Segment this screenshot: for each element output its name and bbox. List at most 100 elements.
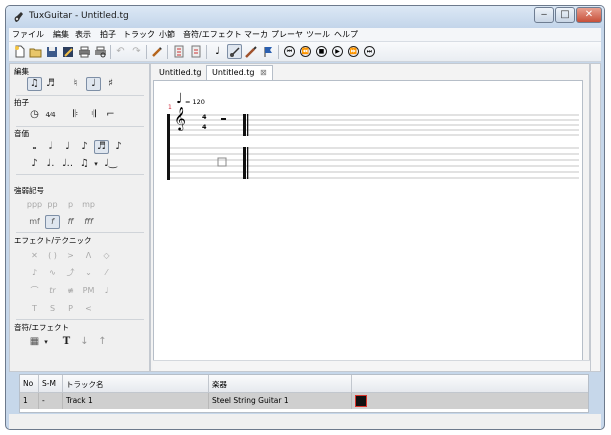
- sixteenth-note-icon[interactable]: ♬: [94, 140, 109, 154]
- first-icon[interactable]: ⏮: [282, 44, 297, 59]
- dynamic-ff[interactable]: ff: [63, 215, 78, 229]
- time-signature-icon[interactable]: 4⁄4: [43, 108, 58, 122]
- new-file-icon[interactable]: [12, 44, 27, 59]
- score-canvas[interactable]: 1 ♩ = 120 𝄞 4 4: [153, 80, 583, 370]
- popping-icon[interactable]: P: [63, 302, 78, 316]
- edit-tab-mode-icon[interactable]: ♬: [43, 77, 58, 91]
- maximize-button[interactable]: □: [555, 7, 575, 23]
- slide-icon[interactable]: ⁄: [99, 266, 114, 280]
- column-header-sm[interactable]: S-M: [39, 375, 63, 393]
- bend-icon[interactable]: ⤴: [63, 266, 78, 280]
- title-bar[interactable]: TuxGuitar - Untitled.tg ‒ □ ✕: [6, 6, 604, 28]
- ghost-note-icon[interactable]: ( ): [45, 249, 60, 263]
- whole-note-icon[interactable]: 𝅝: [27, 140, 42, 154]
- staccato-icon[interactable]: ♩: [99, 284, 114, 298]
- redo-icon[interactable]: ↷: [129, 44, 144, 59]
- menu-tools[interactable]: ツール: [306, 29, 330, 40]
- tapping-icon[interactable]: T: [27, 302, 42, 316]
- tab-untitled-2[interactable]: Untitled.tg ⊠: [206, 65, 273, 81]
- menu-help[interactable]: ヘルプ: [334, 29, 358, 40]
- vertical-scrollbar[interactable]: [590, 63, 601, 372]
- track-solo-mute[interactable]: -: [39, 393, 63, 409]
- column-header-instrument[interactable]: 楽器: [209, 375, 352, 393]
- alternative-ending-icon[interactable]: ⌐: [103, 108, 118, 122]
- column-header-track-name[interactable]: トラック名: [63, 375, 209, 393]
- save-as-icon[interactable]: [60, 44, 75, 59]
- tremolo-picking-icon[interactable]: ≢: [63, 284, 78, 298]
- heavy-accent-icon[interactable]: Λ: [81, 249, 96, 263]
- stop-icon[interactable]: ■: [314, 44, 329, 59]
- menu-note-effects[interactable]: 音符/エフェクト: [183, 29, 242, 40]
- score-view-icon[interactable]: ♩: [210, 44, 225, 59]
- slapping-icon[interactable]: S: [45, 302, 60, 316]
- menu-measure[interactable]: 小節: [159, 29, 175, 40]
- stroke-down-icon[interactable]: ↓: [77, 335, 92, 349]
- menu-player[interactable]: プレーヤ: [271, 29, 303, 40]
- voice-2-icon[interactable]: ♯: [103, 77, 118, 91]
- double-dotted-note-icon[interactable]: ♩..: [60, 157, 75, 171]
- dynamic-pp[interactable]: pp: [45, 198, 60, 212]
- open-file-icon[interactable]: [28, 44, 43, 59]
- tremolo-bar-icon[interactable]: ⌄: [81, 266, 96, 280]
- tuplet-icon[interactable]: ♫: [77, 157, 92, 171]
- trill-icon[interactable]: tr: [45, 284, 60, 298]
- undo-icon[interactable]: ↶: [113, 44, 128, 59]
- dynamic-fff[interactable]: fff: [81, 215, 96, 229]
- tied-note-icon[interactable]: ♩‿: [103, 157, 118, 171]
- tempo-icon[interactable]: ◷: [27, 108, 42, 122]
- chord-dropdown-icon[interactable]: ▾: [42, 335, 50, 349]
- text-icon[interactable]: T: [59, 335, 74, 349]
- repeat-close-icon[interactable]: 𝄇: [86, 108, 101, 122]
- fretboard-icon[interactable]: [243, 44, 258, 59]
- vibrato-icon[interactable]: ∿: [45, 266, 60, 280]
- menu-edit[interactable]: 編集: [53, 29, 69, 40]
- chord-icon[interactable]: ▦: [27, 335, 42, 349]
- stroke-up-icon[interactable]: ↑: [95, 335, 110, 349]
- print-preview-icon[interactable]: [93, 44, 108, 59]
- harmonic-icon[interactable]: ◇: [99, 249, 114, 263]
- close-button[interactable]: ✕: [576, 7, 602, 23]
- tablature-view-icon[interactable]: [227, 44, 242, 59]
- natural-keys-icon[interactable]: ♮: [68, 77, 83, 91]
- palm-mute-icon[interactable]: PM: [81, 284, 96, 298]
- dotted-note-icon[interactable]: ♩.: [43, 157, 58, 171]
- menu-file[interactable]: ファイル: [12, 29, 44, 40]
- column-header-no[interactable]: No: [20, 375, 39, 393]
- save-icon[interactable]: [44, 44, 59, 59]
- measure-properties-icon[interactable]: [188, 44, 203, 59]
- horizontal-scrollbar[interactable]: [153, 360, 590, 371]
- half-note-icon[interactable]: 𝅗𝅥: [43, 140, 58, 154]
- tab-untitled-1[interactable]: Untitled.tg: [153, 65, 207, 80]
- edit-score-mode-icon[interactable]: ♫: [27, 77, 42, 91]
- menu-track[interactable]: トラック: [123, 29, 155, 40]
- dynamic-f[interactable]: f: [45, 215, 60, 229]
- tuplet-dropdown-icon[interactable]: ▾: [92, 157, 100, 171]
- menu-view[interactable]: 表示: [75, 29, 91, 40]
- dynamic-mf[interactable]: mf: [27, 215, 42, 229]
- voice-1-icon[interactable]: ♩: [86, 77, 101, 91]
- quarter-note-icon[interactable]: ♩: [60, 140, 75, 154]
- edit-mode-icon[interactable]: [149, 44, 164, 59]
- minimize-button[interactable]: ‒: [534, 7, 554, 23]
- print-icon[interactable]: [77, 44, 92, 59]
- play-icon[interactable]: ▶: [330, 44, 345, 59]
- dynamic-p[interactable]: p: [63, 198, 78, 212]
- thirty-second-note-icon[interactable]: ♪: [111, 140, 126, 154]
- track-color-swatch[interactable]: [355, 395, 367, 407]
- repeat-open-icon[interactable]: 𝄆: [68, 108, 83, 122]
- fade-in-icon[interactable]: <: [81, 302, 96, 316]
- accent-icon[interactable]: >: [63, 249, 78, 263]
- last-icon[interactable]: ⏭: [362, 44, 377, 59]
- menu-beat[interactable]: 拍子: [100, 29, 116, 40]
- sixty-fourth-note-icon[interactable]: ♪: [27, 157, 42, 171]
- hammer-on-icon[interactable]: ⌒: [27, 284, 42, 298]
- next-icon[interactable]: ⏩: [346, 44, 361, 59]
- dynamic-ppp[interactable]: ppp: [27, 198, 42, 212]
- eighth-note-icon[interactable]: ♪: [77, 140, 92, 154]
- marker-icon[interactable]: [260, 44, 275, 59]
- dynamic-mp[interactable]: mp: [81, 198, 96, 212]
- track-measures[interactable]: [352, 393, 588, 409]
- previous-icon[interactable]: ⏪: [298, 44, 313, 59]
- menu-marker[interactable]: マーカ: [244, 29, 268, 40]
- dead-note-icon[interactable]: ✕: [27, 249, 42, 263]
